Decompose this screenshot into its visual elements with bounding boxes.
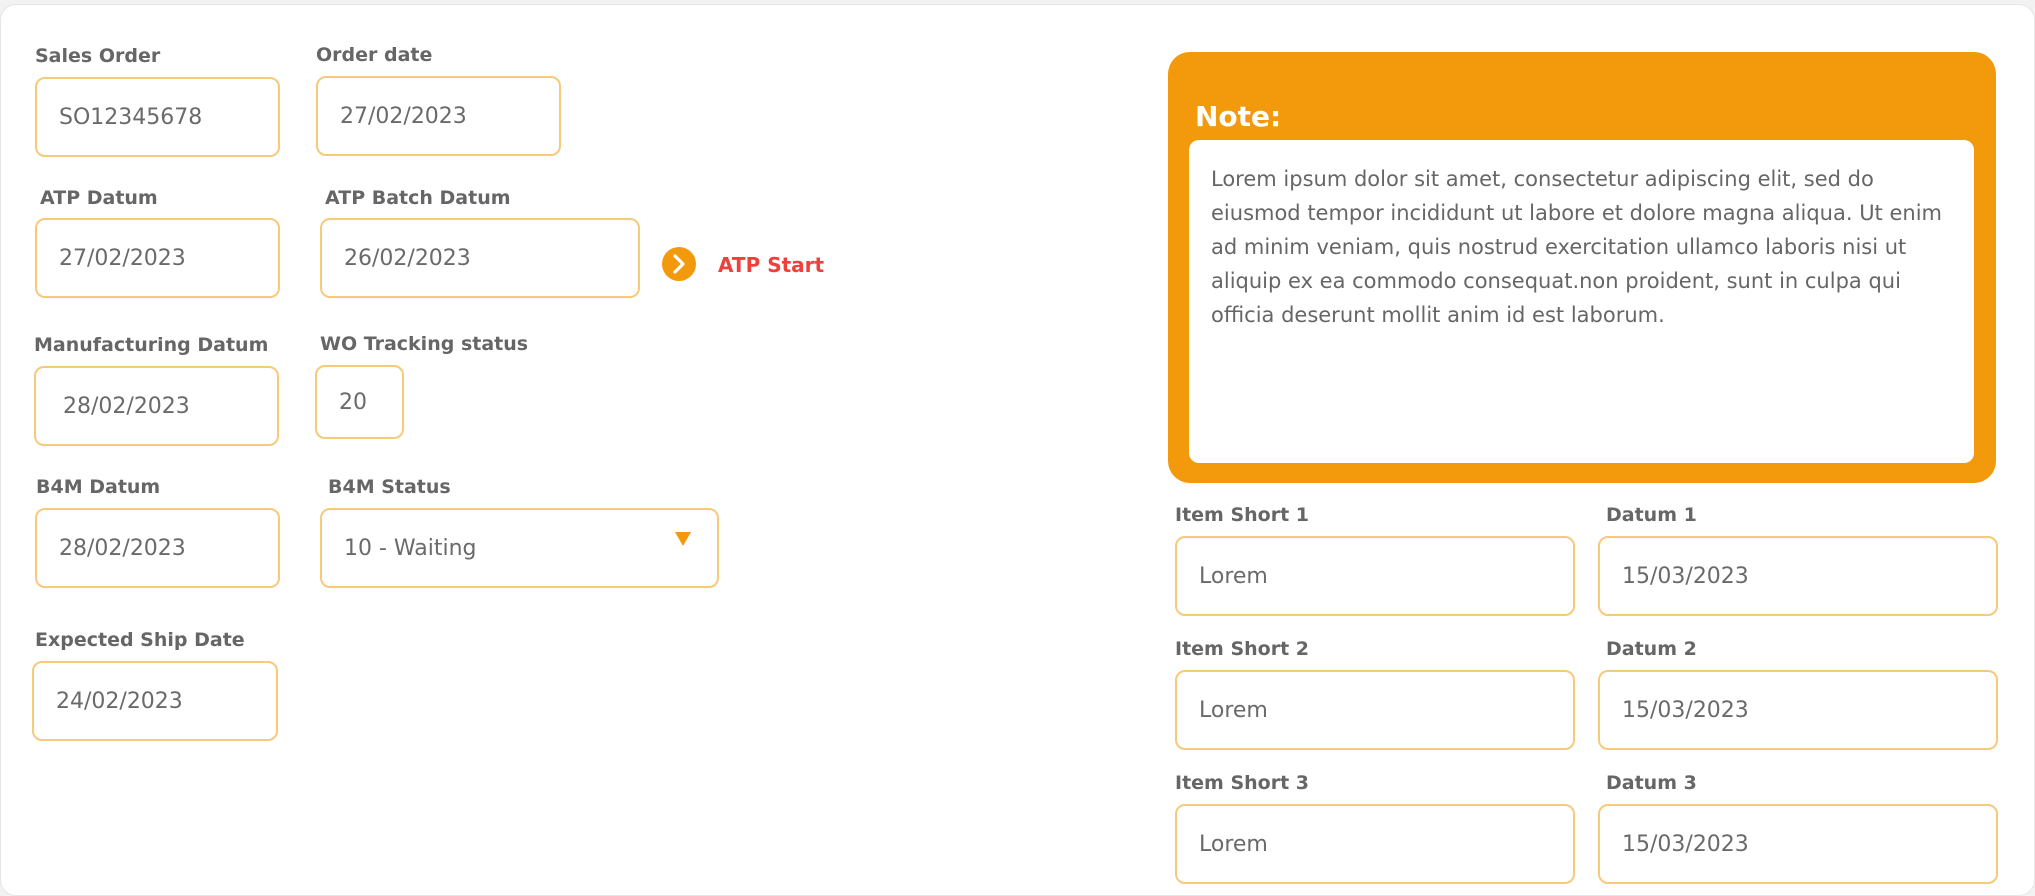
chevron-right-icon[interactable] (662, 247, 696, 281)
caret-down-icon[interactable] (675, 532, 691, 546)
sales-order-label: Sales Order (35, 45, 161, 67)
atp-start-link[interactable]: ATP Start (718, 253, 824, 277)
datum-field[interactable]: 15/03/2023 (1598, 536, 1998, 616)
datum-field[interactable]: 15/03/2023 (1598, 670, 1998, 750)
item-short-label: Item Short 1 (1175, 504, 1310, 526)
item-short-field[interactable]: Lorem (1175, 670, 1575, 750)
expected-ship-date-label: Expected Ship Date (35, 629, 245, 651)
b4m-datum-field[interactable]: 28/02/2023 (35, 508, 280, 588)
manufacturing-datum-field[interactable]: 28/02/2023 (34, 366, 279, 446)
datum-label: Datum 3 (1606, 772, 1697, 794)
atp-batch-datum-field[interactable]: 26/02/2023 (320, 218, 640, 298)
item-short-label: Item Short 2 (1175, 638, 1310, 660)
datum-field[interactable]: 15/03/2023 (1598, 804, 1998, 884)
b4m-status-select[interactable]: 10 - Waiting (320, 508, 719, 588)
atp-datum-label: ATP Datum (40, 187, 158, 209)
atp-batch-datum-label: ATP Batch Datum (325, 187, 511, 209)
wo-tracking-status-label: WO Tracking status (320, 333, 529, 355)
note-panel: Note: Lorem ipsum dolor sit amet, consec… (1168, 52, 1996, 483)
item-short-field[interactable]: Lorem (1175, 536, 1575, 616)
b4m-status-value: 10 - Waiting (344, 535, 477, 561)
b4m-status-label: B4M Status (328, 476, 451, 498)
note-text-area[interactable]: Lorem ipsum dolor sit amet, consectetur … (1189, 140, 1974, 463)
expected-ship-date-field[interactable]: 24/02/2023 (32, 661, 278, 741)
datum-label: Datum 2 (1606, 638, 1697, 660)
b4m-datum-label: B4M Datum (36, 476, 161, 498)
atp-datum-field[interactable]: 27/02/2023 (35, 218, 280, 298)
note-title: Note: (1195, 100, 1282, 133)
order-date-field[interactable]: 27/02/2023 (316, 76, 561, 156)
wo-tracking-status-field[interactable]: 20 (315, 365, 404, 439)
order-details-card: Sales Order SO12345678 Order date 27/02/… (0, 4, 2035, 896)
order-date-label: Order date (316, 44, 433, 66)
manufacturing-datum-label: Manufacturing Datum (34, 334, 269, 356)
sales-order-field[interactable]: SO12345678 (35, 77, 280, 157)
item-short-field[interactable]: Lorem (1175, 804, 1575, 884)
item-short-label: Item Short 3 (1175, 772, 1310, 794)
datum-label: Datum 1 (1606, 504, 1697, 526)
